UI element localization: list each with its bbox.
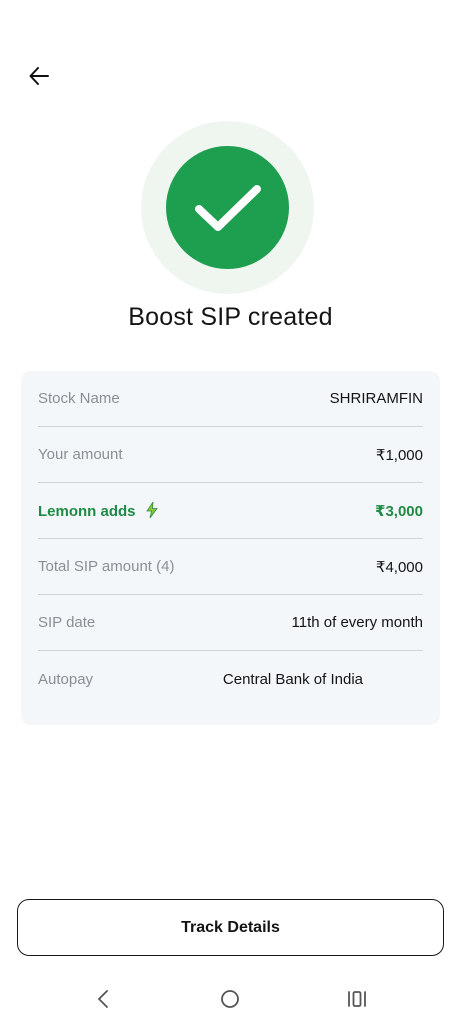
success-indicator [141,121,314,294]
detail-row-lemonn-adds: Lemonn adds ₹3,000 [38,483,423,539]
nav-home-button[interactable] [217,986,243,1012]
detail-row-sip-date: SIP date 11th of every month [38,595,423,651]
track-details-button[interactable]: Track Details [17,899,444,956]
detail-value: ₹3,000 [375,502,423,520]
detail-row-total-sip: Total SIP amount (4) ₹4,000 [38,539,423,595]
detail-label: Stock Name [38,390,120,407]
detail-value: SHRIRAMFIN [329,390,423,407]
detail-label: Your amount [38,446,123,463]
check-circle [166,146,289,269]
arrow-left-icon [29,67,49,85]
system-nav-bar [0,978,461,1020]
detail-value: Central Bank of India [222,670,363,688]
nav-back-button[interactable] [90,986,116,1012]
detail-label-group: Lemonn adds [38,501,158,520]
check-icon [194,184,261,231]
sip-details-card: Stock Name SHRIRAMFIN Your amount ₹1,000… [21,371,440,725]
detail-row-autopay: Autopay Central Bank of India [38,651,423,707]
detail-row-stock-name: Stock Name SHRIRAMFIN [38,371,423,427]
detail-value: ₹4,000 [375,558,423,576]
detail-row-your-amount: Your amount ₹1,000 [38,427,423,483]
nav-recents-button[interactable] [344,986,370,1012]
detail-label: Autopay [38,670,94,688]
detail-label: Total SIP amount (4) [38,558,175,575]
detail-label: Lemonn adds [38,502,136,520]
page-title: Boost SIP created [128,303,333,331]
nav-back-icon [98,990,108,1008]
nav-recents-icon [348,991,366,1007]
nav-home-icon [221,990,239,1008]
detail-value: 11th of every month [291,614,423,631]
bolt-icon [145,501,158,518]
detail-label: SIP date [38,614,96,631]
detail-value: ₹1,000 [375,446,423,464]
back-button[interactable] [24,62,54,90]
